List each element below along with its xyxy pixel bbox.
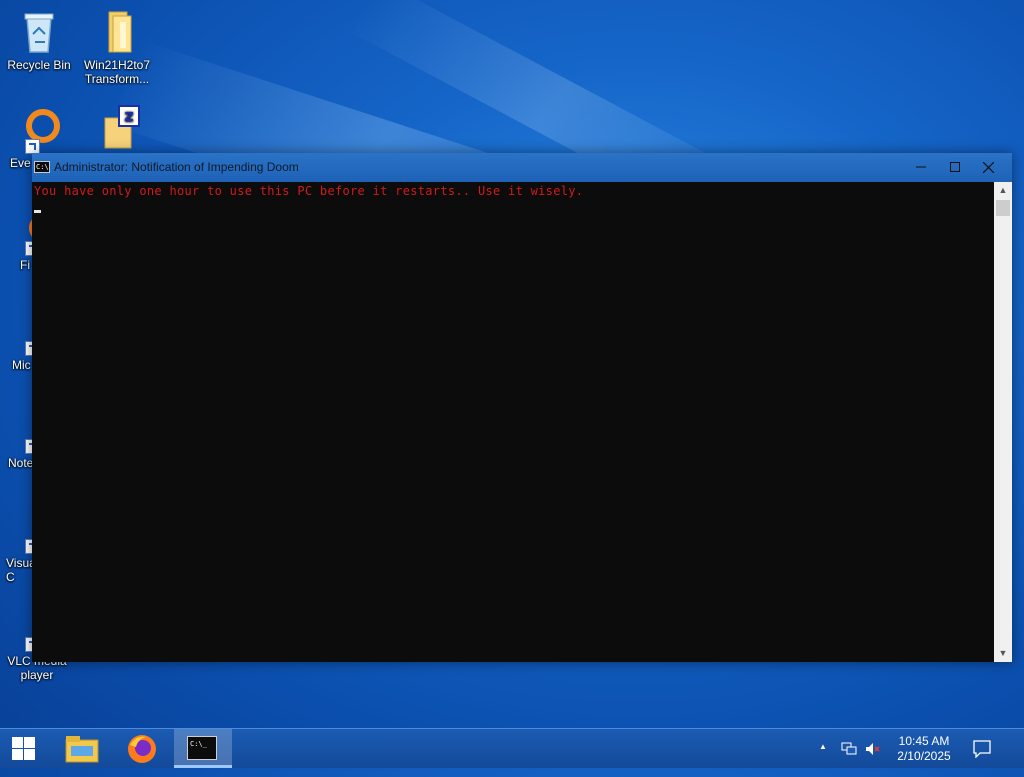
clock-date: 2/10/2025 [897, 749, 951, 763]
taskbar-command-prompt[interactable]: C:\_ [174, 729, 232, 768]
archive-icon: z [93, 104, 141, 152]
system-clock[interactable]: 10:45 AM 2/10/2025 [888, 734, 960, 773]
chevron-up-icon: ▲ [819, 742, 827, 751]
show-hidden-icons-button[interactable]: ▲ [816, 729, 830, 768]
scroll-thumb[interactable] [996, 200, 1010, 216]
network-button[interactable] [840, 729, 858, 768]
volume-muted-icon [866, 743, 880, 755]
console-window[interactable]: C:\ Administrator: Notification of Impen… [32, 153, 1012, 662]
shortcut-arrow-icon [25, 139, 40, 154]
console-icon: C:\ [34, 161, 50, 173]
action-center-icon [973, 740, 991, 758]
action-center-button[interactable] [968, 738, 996, 777]
cmd-icon: C:\_ [187, 736, 217, 760]
close-button[interactable] [969, 153, 1007, 182]
text-cursor [34, 210, 41, 213]
desktop-icon-recycle-bin[interactable]: Recycle Bin [2, 8, 76, 72]
start-button[interactable] [0, 729, 48, 768]
everything-icon [15, 106, 63, 154]
console-output[interactable]: You have only one hour to use this PC be… [32, 182, 994, 662]
vertical-scrollbar[interactable]: ▲ ▼ [994, 182, 1012, 662]
clock-time: 10:45 AM [898, 734, 950, 748]
minimize-button[interactable] [902, 153, 940, 182]
recycle-bin-icon [15, 8, 63, 56]
scroll-down-icon[interactable]: ▼ [994, 645, 1012, 662]
desktop-icon-label: Win21H2to7 Transform... [83, 58, 151, 86]
taskbar-firefox[interactable] [118, 729, 166, 768]
window-title-bar[interactable]: C:\ Administrator: Notification of Impen… [32, 153, 1012, 183]
network-icon [841, 742, 857, 755]
folder-icon [93, 8, 141, 56]
scroll-up-icon[interactable]: ▲ [994, 182, 1012, 199]
taskbar-file-explorer[interactable] [58, 729, 106, 768]
svg-text:z: z [124, 106, 133, 125]
volume-button[interactable] [864, 729, 882, 768]
taskbar: C:\_ ▲ 10:45 AM 2/10/2025 [0, 728, 1024, 768]
svg-text:C:\_: C:\_ [190, 740, 208, 748]
desktop-icon-folder[interactable]: Win21H2to7 Transform... [80, 8, 154, 86]
console-message: You have only one hour to use this PC be… [34, 184, 584, 198]
file-explorer-icon [65, 736, 99, 763]
firefox-icon [128, 735, 156, 763]
desktop-icon-label: Recycle Bin [7, 58, 71, 72]
window-title: Administrator: Notification of Impending… [54, 160, 299, 174]
desktop-icon-archive[interactable]: z [80, 104, 154, 154]
